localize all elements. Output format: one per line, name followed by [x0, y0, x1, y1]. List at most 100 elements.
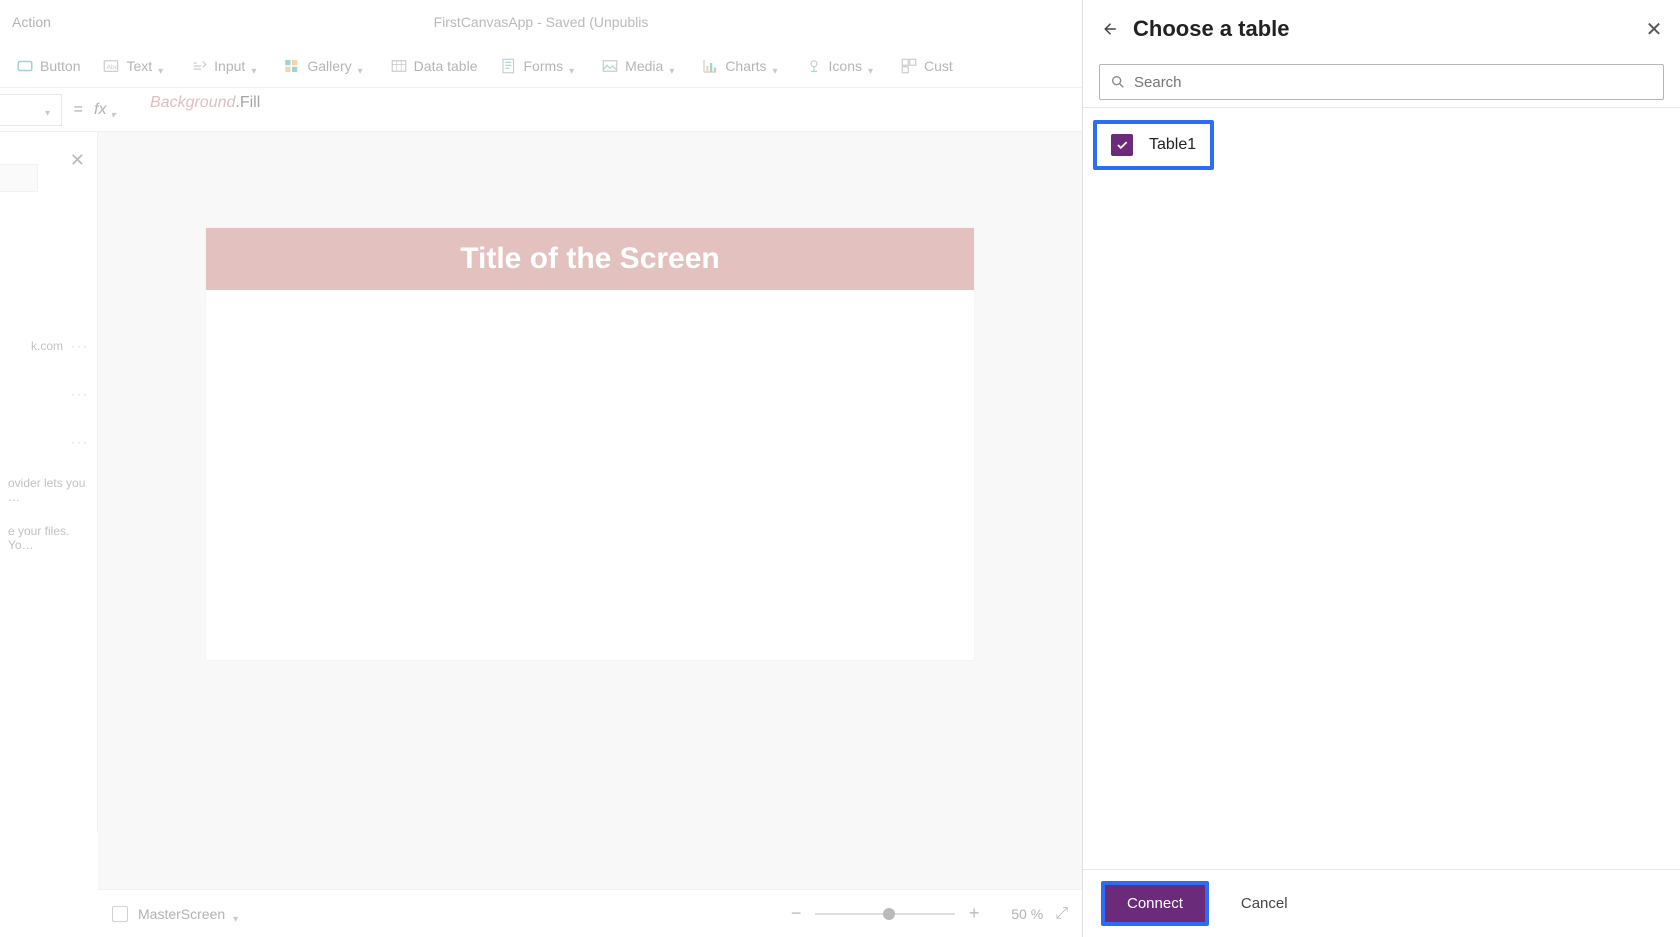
chevron-down-icon	[45, 105, 55, 115]
panel-footer: Connect Cancel	[1083, 869, 1680, 937]
insert-icons-label: Icons	[829, 58, 862, 74]
screen-title-band[interactable]: Title of the Screen	[206, 228, 974, 290]
more-icon[interactable]: ···	[71, 435, 89, 449]
screen-checkbox[interactable]	[112, 906, 128, 922]
left-pane-row[interactable]: ···	[8, 418, 89, 466]
media-icon	[601, 57, 619, 75]
equals-label: =	[62, 101, 94, 119]
insert-charts-label: Charts	[725, 58, 766, 74]
svg-text:Abc: Abc	[107, 64, 119, 71]
insert-text-label: Text	[126, 58, 152, 74]
chevron-down-icon[interactable]	[233, 909, 243, 919]
property-select[interactable]	[0, 94, 62, 126]
insert-custom[interactable]: Cust	[892, 53, 961, 79]
checkbox-checked[interactable]	[1111, 134, 1133, 156]
left-pane-row[interactable]: ···	[8, 370, 89, 418]
chevron-down-icon	[158, 61, 168, 71]
chevron-down-icon	[773, 61, 783, 71]
main-app: Action FirstCanvasApp - Saved (Unpublis …	[0, 0, 1082, 937]
checkmark-icon	[1115, 138, 1129, 152]
left-pane-row[interactable]: e your files. Yo…	[8, 514, 89, 562]
insert-charts[interactable]: Charts	[693, 53, 790, 79]
table-item-label: Table1	[1149, 136, 1196, 154]
choose-table-panel: Choose a table ✕ Table1 Connect Cancel	[1082, 0, 1680, 937]
chevron-down-icon	[669, 61, 679, 71]
screen-name-label[interactable]: MasterScreen	[138, 906, 225, 922]
insert-icons[interactable]: Icons	[797, 53, 886, 79]
input-icon	[190, 57, 208, 75]
insert-custom-label: Cust	[924, 58, 953, 74]
more-icon[interactable]: ···	[71, 387, 89, 401]
fx-button[interactable]: fx	[94, 101, 142, 119]
table-item-table1[interactable]: Table1	[1093, 120, 1214, 170]
charts-icon	[701, 57, 719, 75]
fx-label: fx	[94, 101, 106, 119]
canvas-area[interactable]: Title of the Screen	[98, 132, 1082, 889]
chevron-down-icon	[110, 105, 120, 115]
cancel-button-label: Cancel	[1241, 895, 1288, 912]
search-icon	[1110, 74, 1126, 90]
insert-input-label: Input	[214, 58, 245, 74]
title-bar: Action FirstCanvasApp - Saved (Unpublis	[0, 0, 1082, 44]
window-title: FirstCanvasApp - Saved (Unpublis	[0, 14, 1082, 30]
panel-header: Choose a table ✕	[1083, 0, 1680, 58]
cancel-button[interactable]: Cancel	[1233, 885, 1296, 922]
left-pane-thumbnail[interactable]	[0, 164, 38, 192]
formula-input[interactable]: Background.Fill	[142, 94, 1082, 126]
left-pane-row-label: e your files. Yo…	[8, 524, 89, 552]
insert-media[interactable]: Media	[593, 53, 687, 79]
chevron-down-icon	[251, 61, 261, 71]
insert-button[interactable]: Button	[8, 53, 88, 79]
zoom-slider[interactable]	[815, 913, 955, 915]
insert-datatable[interactable]: Data table	[382, 53, 486, 79]
zoom-thumb[interactable]	[883, 908, 895, 920]
panel-title: Choose a table	[1133, 16, 1630, 42]
panel-body: Table1	[1083, 108, 1680, 869]
custom-icon	[900, 57, 918, 75]
chevron-down-icon	[358, 61, 368, 71]
left-pane-row-label: ovider lets you …	[8, 476, 89, 504]
zoom-control: − + 50 %	[787, 903, 1043, 924]
connect-button-highlight: Connect	[1101, 881, 1209, 926]
left-pane-row[interactable]: ovider lets you …	[8, 466, 89, 514]
forms-icon	[500, 57, 518, 75]
button-icon	[16, 57, 34, 75]
ribbon-insert: Button Abc Text Input Gallery Data table…	[0, 44, 1082, 88]
zoom-in-button[interactable]: +	[965, 903, 983, 924]
search-input[interactable]	[1134, 74, 1653, 91]
expand-icon[interactable]: ⤢	[1055, 905, 1068, 923]
zoom-out-button[interactable]: −	[787, 903, 805, 924]
left-pane-row[interactable]: k.com ···	[8, 322, 89, 370]
left-pane: ✕ k.com ··· ··· ··· ovider lets you … e y…	[0, 132, 98, 832]
close-icon[interactable]: ✕	[1644, 17, 1664, 42]
gallery-icon	[283, 57, 301, 75]
connect-button-label: Connect	[1127, 895, 1183, 912]
formula-token-1: Background	[150, 94, 235, 111]
insert-input[interactable]: Input	[182, 53, 269, 79]
left-pane-row-label: k.com	[31, 339, 63, 353]
connect-button[interactable]: Connect	[1105, 885, 1205, 922]
text-icon: Abc	[102, 57, 120, 75]
more-icon[interactable]: ···	[71, 339, 89, 353]
canvas-screen[interactable]: Title of the Screen	[206, 228, 974, 660]
panel-search	[1083, 58, 1680, 108]
insert-gallery[interactable]: Gallery	[275, 53, 375, 79]
formula-token-2: .Fill	[235, 94, 260, 111]
insert-forms[interactable]: Forms	[492, 53, 588, 79]
screen-title-label: Title of the Screen	[460, 242, 720, 276]
icons-icon	[805, 57, 823, 75]
back-arrow-icon[interactable]	[1099, 19, 1119, 39]
insert-media-label: Media	[625, 58, 663, 74]
insert-datatable-label: Data table	[414, 58, 478, 74]
formula-bar: = fx Background.Fill	[0, 88, 1082, 132]
search-box[interactable]	[1099, 64, 1664, 100]
status-bar: MasterScreen − + 50 % ⤢	[98, 889, 1082, 937]
zoom-value: 50 %	[993, 906, 1043, 922]
datatable-icon	[390, 57, 408, 75]
chevron-down-icon	[569, 61, 579, 71]
insert-gallery-label: Gallery	[307, 58, 351, 74]
insert-text[interactable]: Abc Text	[94, 53, 176, 79]
chevron-down-icon	[868, 61, 878, 71]
close-icon[interactable]: ✕	[70, 150, 85, 171]
ribbon-tab-action[interactable]: Action	[0, 14, 63, 30]
